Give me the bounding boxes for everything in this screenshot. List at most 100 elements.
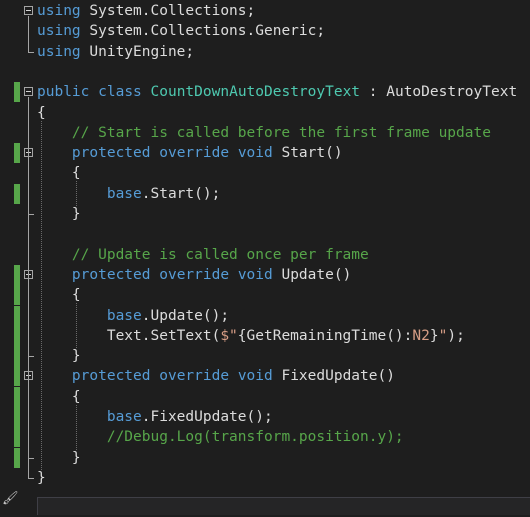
code-text: {: [37, 285, 81, 305]
indent-guide: [76, 181, 77, 206]
change-indicator: [14, 183, 20, 204]
code-text: using System.Collections;: [37, 1, 255, 21]
code-token: {: [37, 388, 81, 405]
change-indicator: [14, 386, 20, 407]
code-token: void: [237, 368, 273, 385]
code-line[interactable]: using UnityEngine;: [0, 42, 530, 62]
code-line[interactable]: }: [0, 447, 530, 468]
code-text: using UnityEngine;: [37, 42, 194, 62]
code-token: N2: [412, 327, 430, 344]
code-line[interactable]: base.Update();: [0, 305, 530, 326]
change-indicator: [14, 143, 20, 164]
code-token: .FixedUpdate();: [141, 409, 273, 425]
code-line[interactable]: protected override void Start(): [0, 143, 530, 164]
code-token: FixedUpdate(): [272, 368, 395, 385]
collapse-icon[interactable]: [24, 6, 33, 15]
code-token: $": [220, 327, 238, 344]
code-token: protected: [71, 368, 151, 385]
code-line[interactable]: [0, 62, 530, 82]
code-line[interactable]: base.FixedUpdate();: [0, 407, 530, 427]
code-line[interactable]: protected override void Update(): [0, 264, 530, 285]
code-token: base: [106, 185, 142, 202]
code-token: void: [237, 145, 273, 162]
code-token: System.Collections.Generic;: [80, 23, 326, 40]
code-token: {: [37, 104, 46, 121]
code-line[interactable]: // Update is called once per frame: [0, 245, 530, 265]
code-text: // Start is called before the first fram…: [37, 123, 491, 143]
code-text: {: [37, 103, 46, 123]
change-indicator: [14, 305, 20, 326]
change-indicator: [14, 346, 20, 367]
code-text: protected override void Start(): [37, 143, 343, 163]
code-line[interactable]: //Debug.Log(transform.position.y);: [0, 427, 530, 448]
change-indicator: [14, 366, 20, 387]
code-token: protected: [71, 145, 151, 162]
code-line[interactable]: Text.SetText($"{GetRemainingTime():N2}")…: [0, 325, 530, 346]
code-line[interactable]: {: [0, 285, 530, 306]
brush-icon[interactable]: 🖌: [2, 492, 19, 506]
code-token: Update(): [272, 266, 352, 283]
code-token: {GetRemainingTime():: [237, 327, 413, 344]
fold-region-line: [28, 158, 29, 214]
code-line[interactable]: {: [0, 103, 530, 123]
change-indicator: [14, 427, 20, 448]
code-token: // Update is called once per frame: [71, 246, 369, 263]
code-editor[interactable]: using System.Collections; using System.Co…: [0, 0, 530, 517]
code-token: }: [429, 327, 439, 344]
code-token: protected: [71, 266, 151, 283]
code-line[interactable]: protected override void FixedUpdate(): [0, 366, 530, 387]
code-line[interactable]: // Start is called before the first fram…: [0, 123, 530, 143]
code-line[interactable]: }: [0, 468, 530, 488]
indent-guide: [41, 120, 42, 470]
code-token: }: [37, 469, 46, 486]
code-token: :: [360, 84, 387, 101]
code-token: );: [447, 327, 465, 344]
code-text: }: [37, 448, 81, 468]
code-token: }: [37, 449, 81, 466]
fold-region-end: [28, 477, 34, 479]
code-token: using: [37, 43, 81, 60]
code-text: {: [37, 387, 81, 407]
code-token: base: [106, 307, 142, 324]
code-text: }: [37, 468, 46, 488]
code-line[interactable]: {: [0, 163, 530, 183]
change-indicator: [14, 285, 20, 306]
code-line[interactable]: {: [0, 386, 530, 407]
code-token: System.Collections;: [80, 3, 256, 19]
code-line[interactable]: [0, 224, 530, 244]
code-token: using: [37, 23, 81, 40]
code-token: class: [98, 84, 142, 101]
code-text: public class CountDownAutoDestroyText : …: [37, 82, 517, 102]
code-token: Start(): [272, 145, 343, 162]
indent-guide: [76, 303, 77, 349]
indent-guide: [76, 404, 77, 450]
fold-region-line: [28, 381, 29, 458]
code-line[interactable]: using System.Collections.Generic;: [0, 21, 530, 41]
horizontal-scrollbar[interactable]: [37, 497, 530, 515]
code-text: base.FixedUpdate();: [37, 407, 273, 427]
code-line[interactable]: public class CountDownAutoDestroyText : …: [0, 82, 530, 103]
code-token: {: [37, 165, 81, 182]
code-line[interactable]: }: [0, 346, 530, 367]
change-indicator: [14, 264, 20, 285]
code-line[interactable]: base.Start();: [0, 183, 530, 204]
code-token: public: [37, 84, 90, 101]
collapse-icon[interactable]: [24, 87, 33, 97]
code-text: Text.SetText($"{GetRemainingTime():N2}")…: [37, 326, 465, 346]
code-text: {: [37, 163, 81, 183]
code-line[interactable]: using System.Collections;: [0, 1, 530, 21]
code-text: base.Start();: [37, 184, 221, 204]
code-token: }: [37, 348, 81, 365]
code-text: }: [37, 204, 81, 224]
code-line[interactable]: }: [0, 204, 530, 224]
code-token: {: [37, 287, 81, 304]
